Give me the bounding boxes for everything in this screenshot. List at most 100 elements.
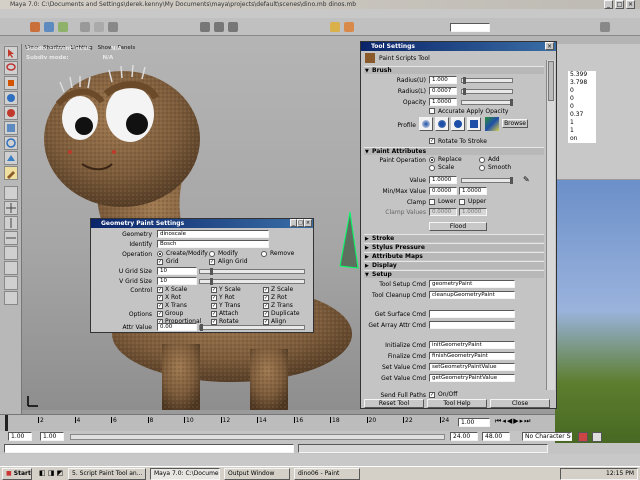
tool-setup-cmd-field[interactable]: geometryPaint <box>429 280 515 288</box>
tool-cleanup-cmd-field[interactable]: cleanupGeometryPaint <box>429 291 515 299</box>
clamp-max-field[interactable]: 1.0000 <box>459 208 487 216</box>
render-icon[interactable] <box>330 22 340 32</box>
accurate-apply-checkbox[interactable] <box>429 108 435 114</box>
attr-value-field[interactable]: 0.00 <box>157 323 197 331</box>
soft-mod-tool-icon[interactable] <box>4 151 18 165</box>
group-checkbox[interactable]: ✓ <box>157 311 163 317</box>
paint-scripts-tool-icon[interactable] <box>4 166 18 180</box>
lasso-tool-icon[interactable] <box>4 61 18 75</box>
section-paint-attributes[interactable]: ▼ Paint Attributes <box>364 147 544 155</box>
main-menu-bar[interactable] <box>0 9 640 18</box>
browse-button[interactable]: Browse <box>502 119 528 128</box>
channel-row[interactable]: on <box>556 135 640 143</box>
geo-modify-radio[interactable] <box>209 251 215 257</box>
tool-help-button[interactable]: Tool Help <box>427 399 487 408</box>
tool-settings-scrollbar[interactable] <box>546 60 555 390</box>
attach-checkbox[interactable]: ✓ <box>211 311 217 317</box>
layout-outliner-icon[interactable] <box>4 246 18 260</box>
current-frame-field[interactable]: 1.00 <box>458 418 490 427</box>
channel-row[interactable]: 0 <box>556 103 640 111</box>
range-end2-field[interactable]: 48.00 <box>482 432 510 441</box>
select-hierarchy-icon[interactable] <box>80 22 90 32</box>
range-start-field[interactable]: 1.00 <box>8 432 32 441</box>
layout-graph-icon[interactable] <box>4 261 18 275</box>
geo-maximize-button[interactable]: □ <box>297 219 304 227</box>
paint-select-tool-icon[interactable] <box>4 76 18 90</box>
opacity-slider[interactable] <box>461 99 513 106</box>
profile-soft-button[interactable] <box>435 117 449 131</box>
task-dino-paint[interactable]: dino06 - Paint <box>294 468 360 480</box>
get-value-cmd-field[interactable]: getGeometryPaintValue <box>429 374 515 382</box>
maximize-button[interactable]: □ <box>615 0 624 9</box>
operation-add-radio[interactable] <box>479 157 485 163</box>
task-script-paint[interactable]: 5. Script Paint Tool an... <box>68 468 146 480</box>
command-input[interactable] <box>4 444 294 453</box>
send-full-paths-checkbox[interactable]: ✓ <box>429 392 435 398</box>
y-scale-checkbox[interactable]: ✓ <box>211 287 217 293</box>
scale-tool-icon[interactable] <box>4 121 18 135</box>
geo-minimize-button[interactable]: _ <box>290 219 297 227</box>
layout-single-icon[interactable] <box>4 186 18 200</box>
toggle-channel-box-icon[interactable] <box>600 22 610 32</box>
layout-stack-icon[interactable] <box>4 231 18 245</box>
section-brush[interactable]: ▼ Brush <box>364 66 544 74</box>
u-grid-size-field[interactable]: 10 <box>157 267 197 275</box>
clamp-min-field[interactable]: 0.0000 <box>429 208 457 216</box>
auto-key-icon[interactable] <box>578 432 588 442</box>
channel-row[interactable]: 5.399 <box>556 71 640 79</box>
clamp-upper-checkbox[interactable] <box>459 199 465 205</box>
z-scale-checkbox[interactable]: ✓ <box>263 287 269 293</box>
opacity-field[interactable]: 1.0000 <box>429 98 457 106</box>
rotate-to-stroke-checkbox[interactable]: ✓ <box>429 138 435 144</box>
snap-curve-icon[interactable] <box>214 22 224 32</box>
select-tool-icon[interactable] <box>4 46 18 60</box>
radius-l-field[interactable]: 0.0007 <box>429 87 457 95</box>
minimize-button[interactable]: _ <box>604 0 613 9</box>
v-grid-size-slider[interactable] <box>199 278 305 285</box>
rotate-tool-icon[interactable] <box>4 106 18 120</box>
z-rot-checkbox[interactable]: ✓ <box>263 295 269 301</box>
layout-hypershade-icon[interactable] <box>4 276 18 290</box>
initialize-cmd-field[interactable]: initGeometryPaint <box>429 341 515 349</box>
x-rot-checkbox[interactable]: ✓ <box>157 295 163 301</box>
identify-field[interactable]: Bosch <box>157 240 269 248</box>
x-trans-checkbox[interactable]: ✓ <box>157 303 163 309</box>
tool-settings-title-bar[interactable]: Tool Settings <box>361 42 556 51</box>
duplicate-checkbox[interactable]: ✓ <box>263 311 269 317</box>
quick-select-field[interactable] <box>450 23 490 32</box>
geo-create-modify-radio[interactable] <box>157 251 163 257</box>
x-scale-checkbox[interactable]: ✓ <box>157 287 163 293</box>
get-array-attr-cmd-field[interactable] <box>429 321 515 329</box>
snap-grid-icon[interactable] <box>200 22 210 32</box>
channel-row[interactable]: 1 <box>556 127 640 135</box>
reset-tool-button[interactable]: Reset Tool <box>364 399 424 408</box>
select-component-icon[interactable] <box>108 22 118 32</box>
y-rot-checkbox[interactable]: ✓ <box>211 295 217 301</box>
geometry-paint-title-bar[interactable]: Geometry Paint Settings <box>91 219 313 228</box>
geo-close-button[interactable]: × <box>304 219 312 227</box>
radius-u-field[interactable]: 1.000 <box>429 76 457 84</box>
channel-row[interactable]: 0.37 <box>556 111 640 119</box>
range-slider-bar[interactable] <box>70 434 445 440</box>
u-grid-size-slider[interactable] <box>199 268 305 275</box>
character-set-dropdown[interactable]: No Character Set <box>522 432 572 441</box>
new-scene-icon[interactable] <box>30 22 40 32</box>
layout-side-icon[interactable] <box>4 216 18 230</box>
value-field[interactable]: 1.0000 <box>429 176 457 184</box>
value-slider[interactable] <box>461 177 513 184</box>
v-grid-size-field[interactable]: 10 <box>157 277 197 285</box>
section-setup[interactable]: ▼ Setup <box>364 270 544 278</box>
max-value-field[interactable]: 1.0000 <box>459 187 487 195</box>
operation-scale-radio[interactable] <box>429 165 435 171</box>
section-display[interactable]: ▶ Display <box>364 261 544 269</box>
radius-u-slider[interactable] <box>461 77 513 84</box>
current-time-marker[interactable] <box>5 415 8 431</box>
open-scene-icon[interactable] <box>44 22 54 32</box>
set-value-cmd-field[interactable]: setGeometryPaintValue <box>429 363 515 371</box>
task-maya[interactable]: Maya 7.0: C:\Documents... <box>150 468 220 480</box>
flood-button[interactable]: Flood <box>429 222 487 231</box>
manipulator-tool-icon[interactable] <box>4 136 18 150</box>
close-button[interactable]: × <box>626 0 635 9</box>
range-end-field[interactable]: 24.00 <box>450 432 478 441</box>
move-tool-icon[interactable] <box>4 91 18 105</box>
